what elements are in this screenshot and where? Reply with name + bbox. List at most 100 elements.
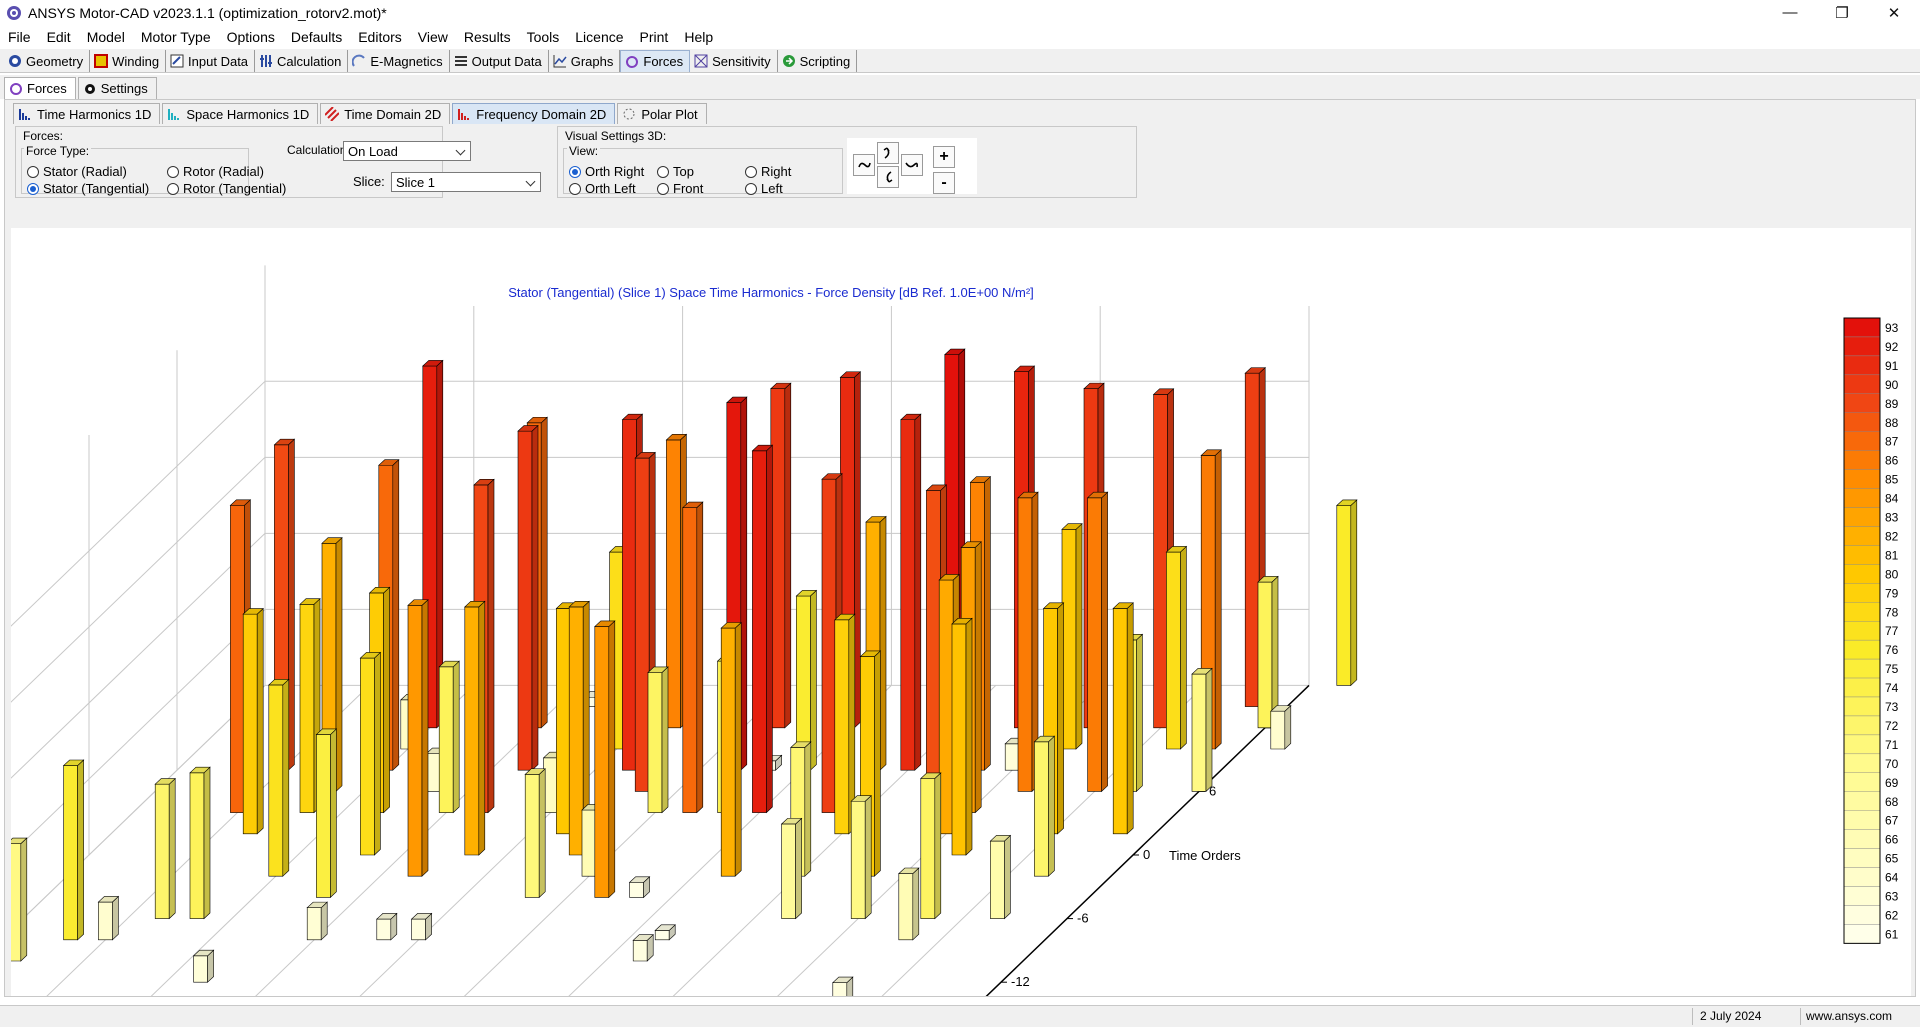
close-button[interactable]: ✕ (1868, 0, 1920, 25)
tab-time-harmonics-1d[interactable]: Time Harmonics 1D (13, 103, 161, 124)
menu-file[interactable]: File (8, 29, 31, 45)
rotate-right-button[interactable] (901, 154, 923, 176)
tab-sensitivity[interactable]: Sensitivity (690, 50, 778, 72)
bar-front-face (926, 490, 941, 813)
rotate-down-button[interactable] (877, 166, 899, 188)
time-tick-label: -12 (1011, 974, 1030, 989)
chart-bar (1061, 523, 1083, 750)
rotate-down-icon (886, 171, 893, 183)
tab-forces[interactable]: Forces (620, 50, 691, 72)
colorbar-segment (1843, 374, 1881, 395)
forces-icon (626, 55, 639, 68)
rotate-up-button[interactable] (877, 142, 899, 164)
chart-bar (770, 382, 792, 729)
menu-motor-type[interactable]: Motor Type (141, 29, 211, 45)
bar-front-face (411, 918, 426, 941)
radio-label: Stator (Radial) (43, 164, 127, 179)
bar-front-face (517, 430, 533, 771)
tab-calculation[interactable]: Calculation (255, 50, 349, 72)
subtab-settings[interactable]: Settings (77, 77, 157, 99)
tab-winding[interactable]: Winding (90, 50, 167, 72)
minimize-button[interactable]: — (1764, 0, 1816, 25)
tab-time-domain-2d[interactable]: Time Domain 2D (320, 103, 451, 124)
status-date: 2 July 2024 (1700, 1009, 1762, 1023)
bar-side-face (540, 416, 548, 729)
forces-icon (10, 82, 22, 95)
menu-print[interactable]: Print (640, 29, 669, 45)
bar-side-face (383, 586, 390, 814)
tab-geometry[interactable]: Geometry (4, 50, 91, 72)
chevron-down-icon (455, 145, 466, 156)
subtab-forces[interactable]: Forces (4, 77, 76, 99)
radio-stator-radial[interactable]: Stator (Radial) (27, 164, 127, 179)
chart-bar (850, 794, 872, 920)
bar-front-face (376, 918, 392, 941)
menu-results[interactable]: Results (464, 29, 511, 45)
tab-e-magnetics[interactable]: E-Magnetics (348, 50, 450, 72)
tab-polar-plot[interactable]: Polar Plot (617, 103, 707, 124)
bar-front-face (316, 734, 331, 898)
radio-dot-selected (27, 182, 39, 195)
menu-tools[interactable]: Tools (527, 29, 560, 45)
tab-space-harmonics-1d[interactable]: Space Harmonics 1D (162, 103, 319, 124)
radio-rotor-radial[interactable]: Rotor (Radial) (167, 164, 264, 179)
menu-editors[interactable]: Editors (358, 29, 402, 45)
tab-scripting[interactable]: Scripting (778, 50, 858, 72)
side-wall-level-line (11, 532, 266, 779)
radio-label: Right (761, 164, 792, 179)
bar-side-face (421, 599, 429, 877)
bar-side-face (256, 607, 264, 835)
chart-bar (632, 933, 654, 962)
subtab-label: Forces (27, 81, 67, 96)
calculation-select[interactable]: On Load (343, 141, 471, 161)
chart-bar (647, 666, 669, 814)
bar-side-face (804, 741, 812, 877)
radio-view-front[interactable]: Front (657, 181, 703, 196)
tab-graphs[interactable]: Graphs (549, 50, 621, 72)
radio-label: Front (673, 181, 704, 196)
menu-licence[interactable]: Licence (575, 29, 623, 45)
radio-rotor-tangential[interactable]: Rotor (Tangential) (167, 181, 286, 196)
slice-select[interactable]: Slice 1 (391, 172, 541, 192)
menu-options[interactable]: Options (227, 29, 275, 45)
visual-settings-label: Visual Settings 3D: (563, 129, 669, 143)
menu-defaults[interactable]: Defaults (291, 29, 342, 45)
tab-output-data[interactable]: Output Data (450, 50, 549, 72)
radio-stator-tangential[interactable]: Stator (Tangential) (27, 181, 149, 196)
menu-view[interactable]: View (418, 29, 448, 45)
radio-view-top[interactable]: Top (657, 164, 694, 179)
colorbar-label: 63 (1885, 890, 1899, 904)
graph-tab-label: Space Harmonics 1D (186, 106, 310, 122)
menu-edit[interactable]: Edit (47, 29, 71, 45)
bar-front-face (938, 579, 954, 835)
radio-view-right[interactable]: Right (745, 164, 791, 179)
bar-front-face (1034, 741, 1049, 877)
colorbar-label: 69 (1885, 776, 1899, 790)
bar-side-face (282, 678, 290, 877)
chart-bar (524, 768, 546, 899)
rotate-left-button[interactable] (853, 154, 875, 176)
zoom-in-button[interactable]: + (933, 146, 955, 168)
tab-input-data[interactable]: Input Data (166, 50, 256, 72)
radio-view-orth-right[interactable]: Orth Right (569, 164, 644, 179)
colorbar-label: 87 (1885, 435, 1899, 449)
bar-front-face (1270, 710, 1286, 750)
chart-bar (780, 817, 803, 920)
colorbar-label: 84 (1885, 492, 1899, 506)
chart-bar (594, 620, 616, 899)
bar-front-face (1257, 581, 1273, 729)
maximize-button[interactable]: ❐ (1816, 0, 1868, 25)
bar-front-face (1166, 551, 1181, 750)
tab-frequency-domain-2d[interactable]: Frequency Domain 2D (452, 103, 616, 124)
radio-view-left[interactable]: Left (745, 181, 783, 196)
chart-bar (951, 617, 973, 856)
view-label: View: (567, 144, 601, 158)
menu-help[interactable]: Help (684, 29, 713, 45)
colorbar-segment (1843, 848, 1881, 868)
radio-view-orth-left[interactable]: Orth Left (569, 181, 636, 196)
bar-side-face (1057, 602, 1064, 835)
menu-model[interactable]: Model (87, 29, 125, 45)
subtab-label: Settings (100, 81, 148, 96)
zoom-out-button[interactable]: - (933, 172, 955, 194)
radio-dot (745, 182, 757, 195)
